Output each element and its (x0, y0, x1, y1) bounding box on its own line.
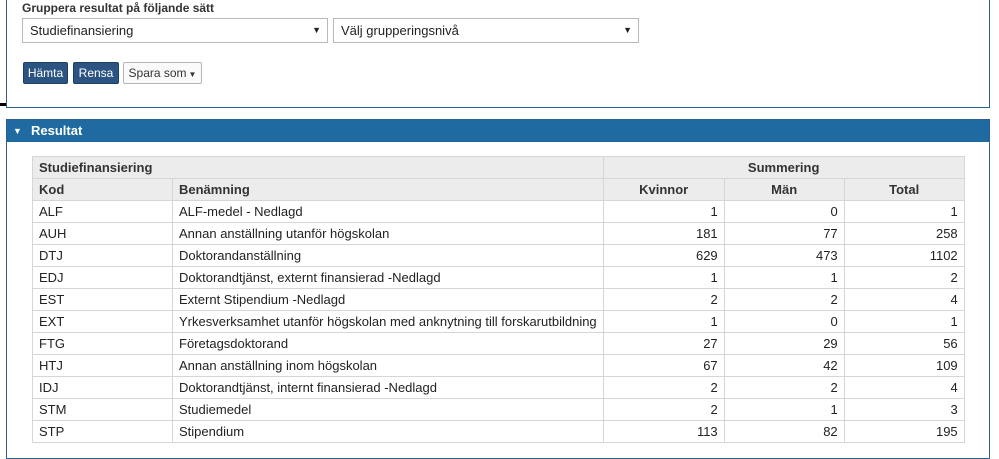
results-title: Resultat (31, 123, 83, 138)
cell-total: 3 (843, 398, 965, 421)
cell-man: 0 (723, 310, 845, 333)
cell-total: 56 (843, 332, 965, 355)
column-header-man[interactable]: Män (723, 178, 845, 201)
save-as-button[interactable]: Spara som ▼ (123, 62, 202, 84)
table-group-header-row: Studiefinansiering Summering (32, 156, 965, 179)
cell-man: 2 (723, 376, 845, 399)
grouping-label: Gruppera resultat på följande sätt (22, 1, 215, 15)
column-header-benamning[interactable]: Benämning (172, 178, 604, 201)
grouping-select[interactable]: Studiefinansiering ▼ (22, 18, 328, 43)
cell-kvinnor: 629 (602, 244, 725, 267)
cell-total: 1102 (843, 244, 965, 267)
table-row: FTG Företagsdoktorand 27 29 56 (32, 332, 965, 355)
grouping-level-select-value: Välj grupperingsnivå (341, 23, 459, 38)
cell-total: 258 (843, 222, 965, 245)
cell-kod: HTJ (32, 354, 173, 377)
clear-button[interactable]: Rensa (73, 62, 119, 84)
cell-kod: AUH (32, 222, 173, 245)
table-row: STM Studiemedel 2 1 3 (32, 398, 965, 421)
cell-man: 29 (723, 332, 845, 355)
cell-benamning: Doktorandtjänst, externt finansierad -Ne… (172, 266, 604, 289)
table-row: STP Stipendium 113 82 195 (32, 420, 965, 443)
cell-benamning: Doktorandanställning (172, 244, 604, 267)
cell-benamning: Doktorandtjänst, internt finansierad -Ne… (172, 376, 604, 399)
dropdown-arrow-icon: ▼ (623, 25, 632, 35)
cell-benamning: ALF-medel - Nedlagd (172, 200, 604, 223)
cell-kvinnor: 67 (602, 354, 725, 377)
cell-kvinnor: 1 (602, 310, 725, 333)
caret-down-icon: ▼ (188, 70, 197, 79)
cell-total: 4 (843, 288, 965, 311)
cell-total: 109 (843, 354, 965, 377)
cell-benamning: Annan anställning utanför högskolan (172, 222, 604, 245)
group-header: Studiefinansiering (32, 156, 604, 179)
cell-kod: ALF (32, 200, 173, 223)
column-header-kod[interactable]: Kod (32, 178, 173, 201)
cell-kvinnor: 27 (602, 332, 725, 355)
table-row: DTJ Doktorandanställning 629 473 1102 (32, 244, 965, 267)
cell-kvinnor: 2 (602, 288, 725, 311)
cell-benamning: Externt Stipendium -Nedlagd (172, 288, 604, 311)
column-header-total[interactable]: Total (843, 178, 965, 201)
cell-benamning: Yrkesverksamhet utanför högskolan med an… (172, 310, 604, 333)
table-row: EDJ Doktorandtjänst, externt finansierad … (32, 266, 965, 289)
collapse-toggle-icon[interactable]: ▼ (13, 120, 22, 142)
grouping-level-select[interactable]: Välj grupperingsnivå ▼ (333, 18, 639, 43)
cell-man: 42 (723, 354, 845, 377)
cell-man: 77 (723, 222, 845, 245)
results-header[interactable]: ▼ Resultat (7, 120, 989, 142)
cell-benamning: Annan anställning inom högskolan (172, 354, 604, 377)
cell-benamning: Företagsdoktorand (172, 332, 604, 355)
column-header-kvinnor[interactable]: Kvinnor (602, 178, 725, 201)
divider (0, 103, 6, 106)
table-row: HTJ Annan anställning inom högskolan 67 42 1… (32, 354, 965, 377)
cell-total: 4 (843, 376, 965, 399)
cell-kod: STP (32, 420, 173, 443)
cell-kod: EXT (32, 310, 173, 333)
query-panel: Gruppera resultat på följande sätt Studi… (6, 0, 990, 108)
dropdown-arrow-icon: ▼ (312, 25, 321, 35)
cell-kvinnor: 2 (602, 376, 725, 399)
cell-kvinnor: 1 (602, 266, 725, 289)
cell-kod: DTJ (32, 244, 173, 267)
cell-benamning: Stipendium (172, 420, 604, 443)
cell-kod: FTG (32, 332, 173, 355)
summary-header: Summering (602, 156, 965, 179)
cell-man: 1 (723, 398, 845, 421)
cell-kod: EDJ (32, 266, 173, 289)
save-as-label: Spara som (128, 66, 187, 80)
fetch-button[interactable]: Hämta (23, 62, 68, 84)
cell-man: 473 (723, 244, 845, 267)
cell-man: 1 (723, 266, 845, 289)
grouping-select-value: Studiefinansiering (30, 23, 134, 38)
cell-kod: IDJ (32, 376, 173, 399)
cell-benamning: Studiemedel (172, 398, 604, 421)
cell-man: 2 (723, 288, 845, 311)
cell-total: 2 (843, 266, 965, 289)
table-row: ALF ALF-medel - Nedlagd 1 0 1 (32, 200, 965, 223)
cell-kod: EST (32, 288, 173, 311)
results-table: Studiefinansiering Summering Kod Benämni… (32, 156, 965, 443)
cell-kvinnor: 113 (602, 420, 725, 443)
cell-kod: STM (32, 398, 173, 421)
table-row: EST Externt Stipendium -Nedlagd 2 2 4 (32, 288, 965, 311)
table-row: EXT Yrkesverksamhet utanför högskolan med… (32, 310, 965, 333)
results-panel: ▼ Resultat Studiefinansiering Summering … (6, 119, 990, 459)
table-row: IDJ Doktorandtjänst, internt finansierad … (32, 376, 965, 399)
cell-man: 82 (723, 420, 845, 443)
table-row: AUH Annan anställning utanför högskolan 18… (32, 222, 965, 245)
cell-total: 1 (843, 200, 965, 223)
cell-total: 1 (843, 310, 965, 333)
cell-man: 0 (723, 200, 845, 223)
table-column-header-row: Kod Benämning Kvinnor Män Total (32, 178, 965, 201)
cell-kvinnor: 181 (602, 222, 725, 245)
cell-kvinnor: 2 (602, 398, 725, 421)
cell-kvinnor: 1 (602, 200, 725, 223)
cell-total: 195 (843, 420, 965, 443)
